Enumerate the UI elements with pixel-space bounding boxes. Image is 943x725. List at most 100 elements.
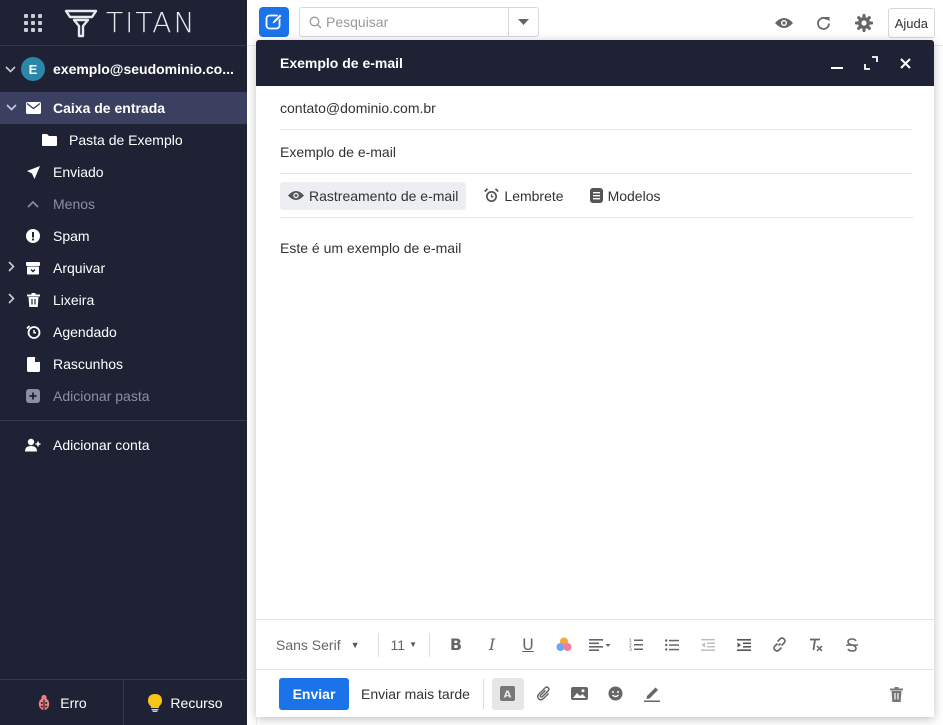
email-tracking-button[interactable]: Rastreamento de e-mail: [280, 181, 467, 210]
close-icon[interactable]: [888, 46, 922, 80]
numbered-list-icon[interactable]: 123: [618, 630, 654, 660]
compose-button[interactable]: [259, 7, 289, 37]
account-row[interactable]: E exemplo@seudominio.co...: [0, 46, 247, 92]
caret-down-icon: [518, 19, 529, 25]
send-button[interactable]: Enviar: [279, 677, 349, 710]
bug-icon: [39, 694, 50, 710]
chevron-down-icon[interactable]: [0, 65, 20, 73]
compose-title: Exemplo de e-mail: [280, 55, 403, 71]
toolbar-divider: [482, 678, 484, 709]
search-options-dropdown[interactable]: [508, 8, 538, 36]
expand-icon[interactable]: [854, 46, 888, 80]
italic-button[interactable]: I: [474, 630, 510, 660]
sidebar-item-label: Enviado: [53, 164, 104, 180]
chevron-up-icon: [24, 195, 42, 213]
font-family-value: Sans Serif: [276, 636, 341, 653]
sidebar-item-label: Caixa de entrada: [53, 100, 166, 116]
to-field[interactable]: contato@dominio.com.br: [280, 86, 912, 130]
message-body[interactable]: Este é um exemplo de e-mail: [280, 218, 910, 256]
signature-icon[interactable]: [636, 678, 668, 710]
send-bar: Enviar Enviar mais tarde A: [256, 669, 934, 717]
gear-icon[interactable]: [844, 3, 884, 43]
chevron-right-icon[interactable]: [4, 261, 18, 275]
formatting-toolbar: Sans Serif ▼ 11 ▼ B I U 123: [256, 619, 934, 669]
draft-icon: [24, 355, 42, 373]
templates-button[interactable]: Modelos: [582, 182, 669, 210]
subject-field[interactable]: Exemplo de e-mail: [280, 130, 912, 174]
send-later-button[interactable]: Enviar mais tarde: [361, 686, 470, 702]
sidebar-item-archive[interactable]: Arquivar: [0, 252, 247, 284]
align-icon[interactable]: [582, 630, 618, 660]
clock-icon: [24, 323, 42, 341]
titan-logo: TITAN: [64, 6, 196, 39]
sidebar: TITAN E exemplo@seudominio.co... Caixa d…: [0, 0, 247, 725]
account-email: exemplo@seudominio.co...: [53, 61, 234, 77]
sidebar-item-label: Adicionar pasta: [53, 388, 150, 404]
compose-icon: [265, 13, 283, 30]
emoji-icon[interactable]: [600, 678, 632, 710]
help-button[interactable]: Ajuda: [887, 8, 935, 38]
chevron-down-icon[interactable]: [4, 102, 18, 114]
font-size-select[interactable]: 11 ▼: [387, 637, 421, 653]
eye-icon[interactable]: [764, 3, 804, 43]
folder-icon: [40, 131, 58, 149]
feature-label: Recurso: [170, 694, 223, 711]
feature-request-button[interactable]: Recurso: [123, 680, 247, 725]
sidebar-footer: Erro Recurso: [0, 679, 247, 725]
search-icon: [304, 16, 326, 29]
sidebar-item-sent[interactable]: Enviado: [0, 156, 247, 188]
search-box: [299, 7, 539, 37]
discard-draft-button[interactable]: [880, 678, 912, 710]
titan-logo-icon: [64, 9, 98, 37]
formatting-toggle-icon[interactable]: A: [491, 677, 524, 710]
caret-down-icon: ▼: [350, 639, 360, 650]
indent-icon[interactable]: [726, 630, 762, 660]
add-account-button[interactable]: Adicionar conta: [0, 421, 247, 469]
svg-text:3: 3: [629, 647, 632, 651]
sidebar-item-inbox[interactable]: Caixa de entrada: [0, 92, 247, 124]
sidebar-item-label: Rascunhos: [53, 356, 124, 372]
bold-button[interactable]: B: [438, 630, 474, 660]
outdent-icon[interactable]: [690, 630, 726, 660]
strikethrough-icon[interactable]: [834, 630, 870, 660]
chevron-right-icon[interactable]: [4, 293, 18, 307]
text-color-icon[interactable]: [546, 630, 582, 660]
caret-down-icon: ▼: [409, 640, 417, 649]
link-icon[interactable]: [762, 630, 798, 660]
app-name: TITAN: [106, 6, 197, 39]
templates-label: Modelos: [607, 187, 661, 204]
reminder-label: Lembrete: [504, 187, 564, 204]
trash-icon: [24, 291, 42, 309]
alarm-clock-icon: [484, 188, 500, 202]
apps-grid-icon[interactable]: [24, 13, 42, 32]
sidebar-item-trash[interactable]: Lixeira: [0, 284, 247, 316]
attachment-icon[interactable]: [528, 678, 560, 710]
compose-header: Exemplo de e-mail: [256, 40, 934, 86]
font-family-select[interactable]: Sans Serif ▼: [276, 637, 370, 653]
paper-plane-icon: [24, 163, 42, 181]
email-tracking-label: Rastreamento de e-mail: [309, 187, 459, 204]
bug-label: Erro: [60, 694, 87, 711]
refresh-icon[interactable]: [804, 3, 844, 43]
brand-bar: TITAN: [0, 0, 247, 46]
image-icon[interactable]: [564, 678, 596, 710]
report-bug-button[interactable]: Erro: [0, 680, 123, 725]
sidebar-item-spam[interactable]: Spam: [0, 220, 247, 252]
avatar: E: [21, 57, 45, 81]
underline-button[interactable]: U: [510, 630, 546, 660]
clear-formatting-icon[interactable]: [798, 630, 834, 660]
sidebar-item-label: Arquivar: [53, 260, 106, 276]
sidebar-item-scheduled[interactable]: Agendado: [0, 316, 247, 348]
bullet-list-icon[interactable]: [654, 630, 690, 660]
svg-text:A: A: [504, 690, 512, 701]
archive-icon: [24, 259, 42, 277]
sidebar-item-less[interactable]: Menos: [0, 188, 247, 220]
sidebar-item-drafts[interactable]: Rascunhos: [0, 348, 247, 380]
search-input[interactable]: [326, 14, 506, 30]
sidebar-item-example-folder[interactable]: Pasta de Exemplo: [0, 124, 247, 156]
add-user-icon: [24, 436, 42, 454]
sidebar-item-add-folder[interactable]: Adicionar pasta: [0, 380, 247, 412]
minimize-icon[interactable]: [820, 46, 854, 80]
lightbulb-icon: [148, 693, 163, 712]
reminder-button[interactable]: Lembrete: [476, 182, 571, 210]
